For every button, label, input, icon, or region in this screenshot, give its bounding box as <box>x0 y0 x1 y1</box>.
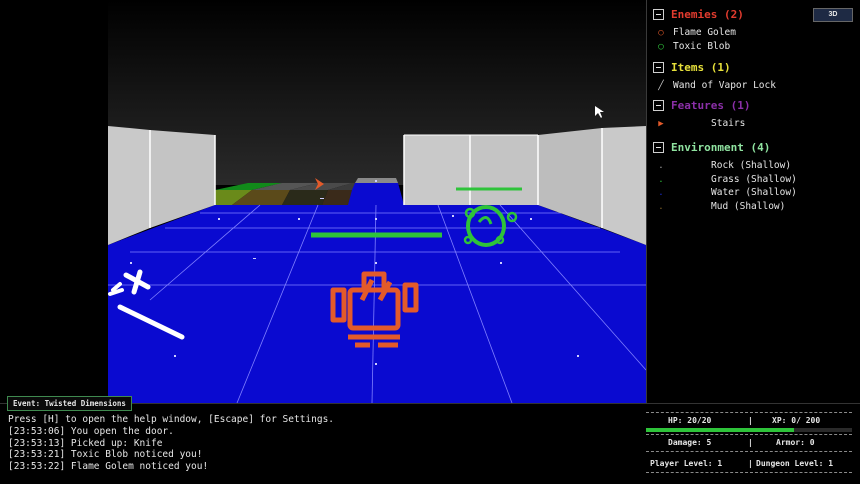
grass-swatch-icon: . <box>658 174 664 185</box>
damage-readout: Damage: 5 <box>668 438 712 447</box>
section-features-header[interactable]: Features (1) <box>653 99 750 112</box>
list-item-label: Flame Golem <box>673 27 736 38</box>
entity-sidebar: 3D Enemies (2) ○ Flame Golem ◯ Toxic Blo… <box>646 0 860 403</box>
stats-divider <box>646 412 852 413</box>
stats-separator: | <box>748 438 753 447</box>
log-line: [23:53:13] Picked up: Knife <box>8 437 163 449</box>
section-environment-header[interactable]: Environment (4) <box>653 141 770 154</box>
section-enemies-header[interactable]: Enemies (2) <box>653 8 744 21</box>
dungeon-level-readout: Dungeon Level: 1 <box>756 459 834 468</box>
list-item-label: Wand of Vapor Lock <box>673 80 776 91</box>
list-item-water[interactable]: . Water (Shallow) <box>655 187 797 198</box>
list-item-stairs[interactable]: ▶ Stairs <box>655 118 745 129</box>
wand-icon: ╱ <box>658 80 664 91</box>
list-item-rock[interactable]: . Rock (Shallow) <box>655 160 791 171</box>
log-line: Press [H] to open the help window, [Esca… <box>8 414 335 425</box>
list-item-label: Rock (Shallow) <box>711 160 792 171</box>
bottom-panel: Press [H] to open the help window, [Esca… <box>0 403 860 484</box>
player-stats: HP: 20/20 | XP: 0/ 200 Damage: 5 | Armor… <box>646 404 860 484</box>
list-item-label: Grass (Shallow) <box>711 174 797 185</box>
mud-swatch-icon: . <box>658 201 664 212</box>
section-features-title: Features (1) <box>671 99 751 112</box>
list-item-flame-golem[interactable]: ○ Flame Golem <box>655 27 736 38</box>
list-item-label: Toxic Blob <box>673 41 731 52</box>
section-enemies-title: Enemies (2) <box>671 8 744 21</box>
collapse-items-button[interactable] <box>653 62 664 73</box>
hp-bar <box>646 428 852 432</box>
hp-bar-fill <box>646 428 795 432</box>
log-line: [23:53:21] Toxic Blob noticed you! <box>8 449 203 461</box>
list-item-toxic-blob[interactable]: ◯ Toxic Blob <box>655 41 730 52</box>
toxic-blob-icon: ◯ <box>658 41 664 52</box>
stats-divider <box>646 451 852 452</box>
section-items-header[interactable]: Items (1) <box>653 61 731 74</box>
collapse-environment-button[interactable] <box>653 142 664 153</box>
log-line: [23:53:06] You open the door. <box>8 425 174 437</box>
flame-golem-icon: ○ <box>658 27 664 38</box>
armor-readout: Armor: 0 <box>776 438 815 447</box>
toggle-3d-button[interactable]: 3D <box>813 8 853 22</box>
section-environment-title: Environment (4) <box>671 141 771 154</box>
section-items-title: Items (1) <box>671 61 731 74</box>
log-line: [23:53:22] Flame Golem noticed you! <box>8 461 209 473</box>
stairs-icon: ▶ <box>658 118 664 129</box>
event-badge: Event: Twisted Dimensions <box>7 396 132 411</box>
collapse-enemies-button[interactable] <box>653 9 664 20</box>
dungeon-scene <box>108 0 646 403</box>
stats-separator: | <box>748 459 753 468</box>
game-viewport[interactable] <box>0 0 646 403</box>
player-level-readout: Player Level: 1 <box>650 459 723 468</box>
stats-divider <box>646 472 852 473</box>
list-item-grass[interactable]: . Grass (Shallow) <box>655 174 797 185</box>
hp-readout: HP: 20/20 <box>668 416 712 425</box>
message-log: Press [H] to open the help window, [Esca… <box>8 414 628 473</box>
list-item-wand[interactable]: ╱ Wand of Vapor Lock <box>655 80 776 91</box>
collapse-features-button[interactable] <box>653 100 664 111</box>
water-swatch-icon: . <box>658 187 664 198</box>
rock-swatch-icon: . <box>658 160 664 171</box>
list-item-label: Mud (Shallow) <box>711 201 786 212</box>
xp-readout: XP: 0/ 200 <box>772 416 821 425</box>
list-item-label: Water (Shallow) <box>711 187 797 198</box>
list-item-label: Stairs <box>711 118 746 129</box>
stats-separator: | <box>748 416 753 425</box>
stats-divider <box>646 434 852 435</box>
list-item-mud[interactable]: . Mud (Shallow) <box>655 201 785 212</box>
